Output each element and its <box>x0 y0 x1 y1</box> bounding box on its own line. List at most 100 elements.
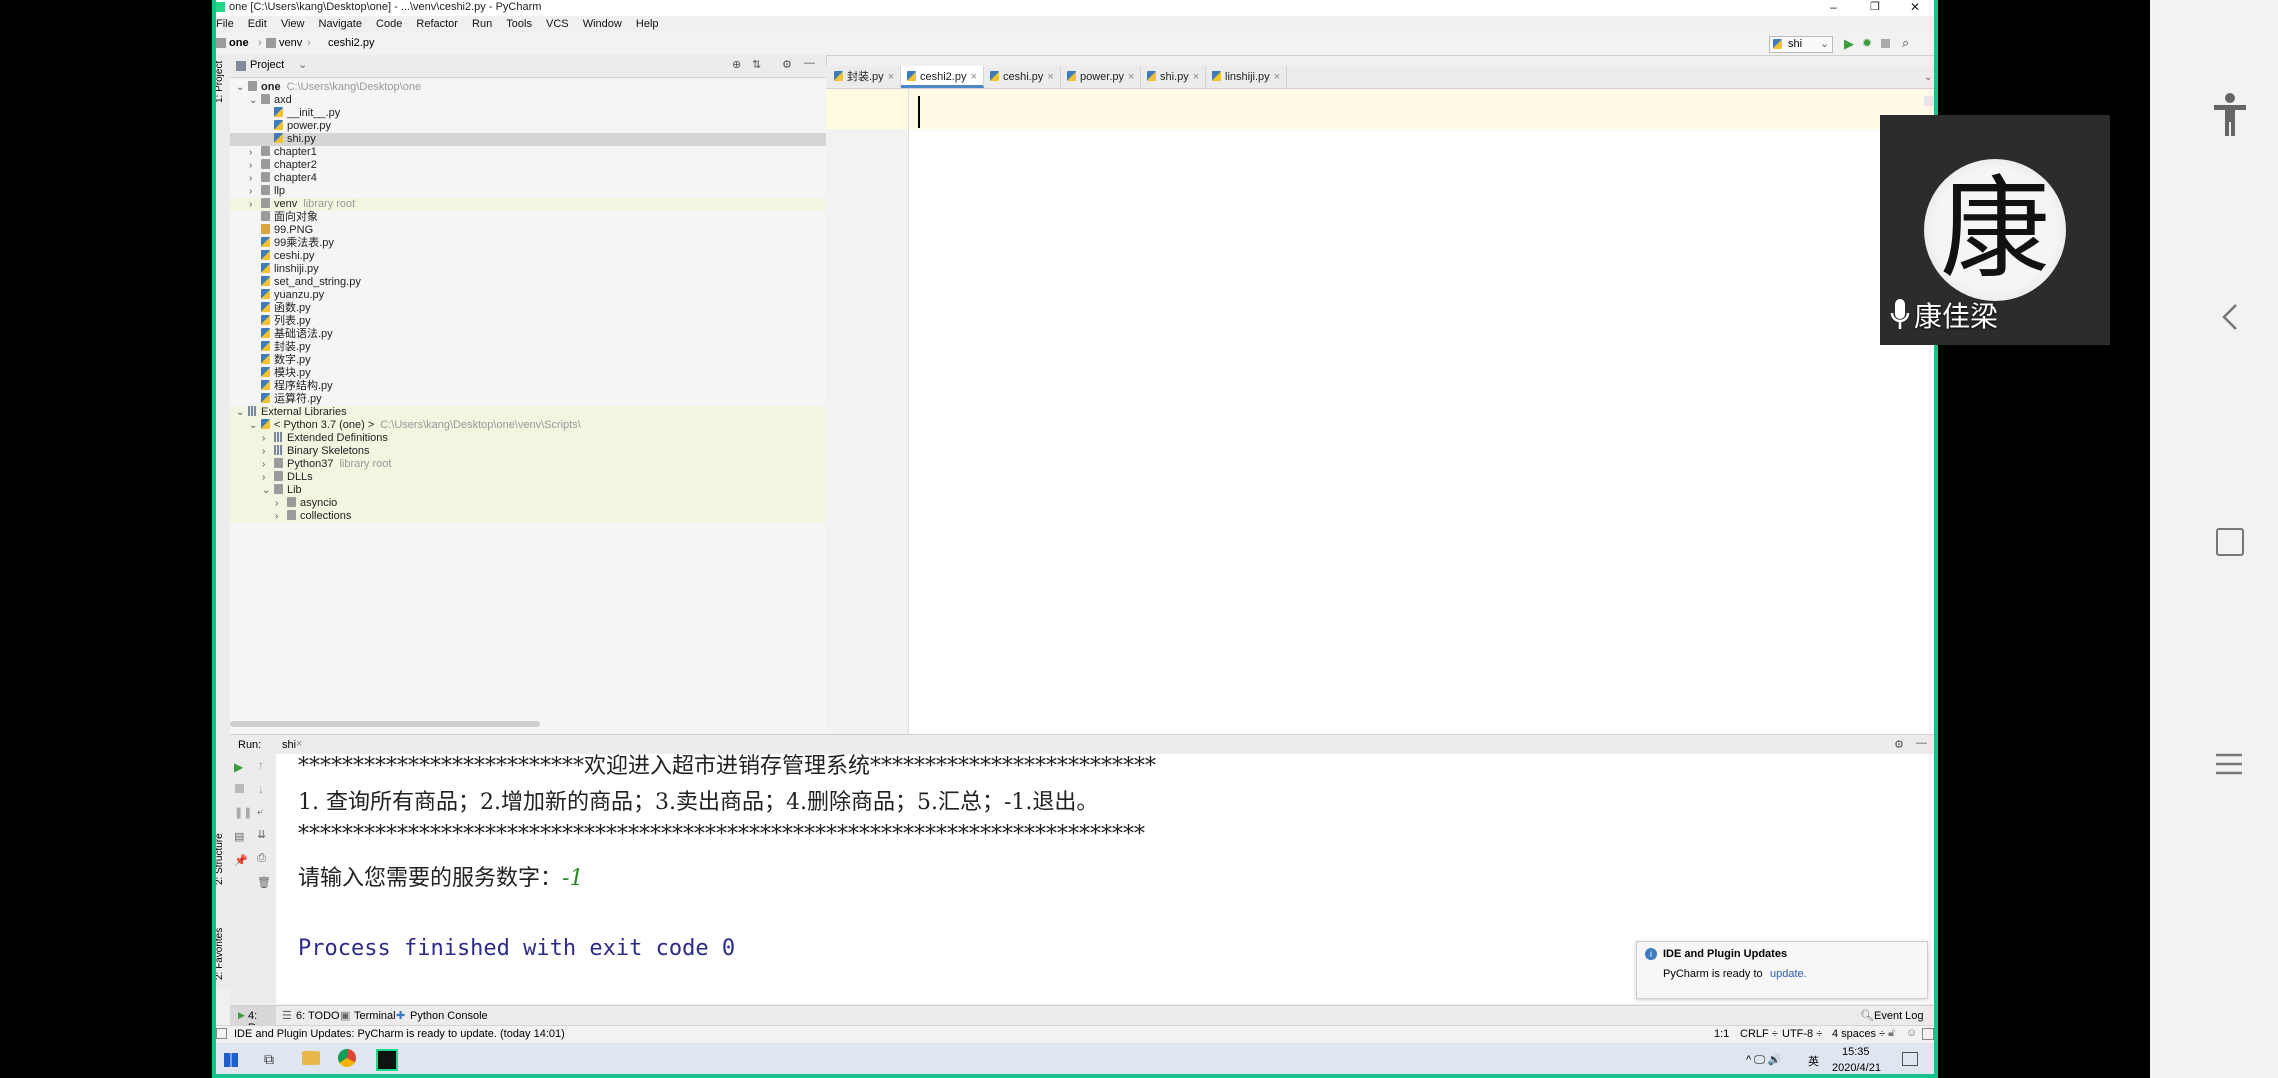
chevron-down-icon[interactable]: ⌄ <box>249 94 261 107</box>
tree-item[interactable]: yuanzu.py <box>230 289 826 302</box>
print-icon[interactable]: ⎙ <box>257 852 266 865</box>
chevron-right-icon[interactable]: › <box>262 458 274 471</box>
chevron-down-icon[interactable]: ⌄ <box>236 406 248 419</box>
tree-item[interactable]: shi.py <box>230 133 826 146</box>
tree-item[interactable]: 运算符.py <box>230 393 826 406</box>
tree-item[interactable]: › llp <box>230 185 826 198</box>
clock-date[interactable]: 2020/4/21 <box>1832 1062 1881 1074</box>
tree-item[interactable]: ⌄ External Libraries <box>230 406 826 419</box>
soft-wrap-icon[interactable]: ⤶ <box>257 806 263 819</box>
run-icon[interactable]: ▶ <box>1844 36 1854 52</box>
close-button[interactable]: ✕ <box>1910 0 1920 14</box>
stop-icon[interactable] <box>1881 39 1890 48</box>
locate-icon[interactable]: ⊕ <box>732 58 741 71</box>
code-editor[interactable] <box>909 89 1936 734</box>
update-notification[interactable]: i IDE and Plugin Updates PyCharm is read… <box>1636 941 1928 999</box>
tree-root-one[interactable]: ⌄ one C:\Users\kang\Desktop\one <box>230 81 826 94</box>
gear-icon[interactable]: ⚙ <box>1894 738 1904 751</box>
tree-item[interactable]: 数字.py <box>230 354 826 367</box>
pin-icon[interactable]: 📌 <box>234 854 248 867</box>
chevron-right-icon[interactable]: › <box>249 185 261 198</box>
chevron-right-icon[interactable]: › <box>249 159 261 172</box>
chevron-right-icon[interactable]: › <box>275 510 287 523</box>
chevron-down-icon[interactable]: ⌄ <box>262 484 274 497</box>
menu-help[interactable]: Help <box>636 18 659 30</box>
update-link[interactable]: update. <box>1770 968 1807 980</box>
close-icon[interactable]: × <box>1274 71 1280 83</box>
menu-tools[interactable]: Tools <box>506 18 532 30</box>
participant-video[interactable]: 康 康佳梁 <box>1880 115 2110 345</box>
ime-indicator[interactable]: 英 <box>1808 1053 1819 1069</box>
tree-item[interactable]: › chapter1 <box>230 146 826 159</box>
file-encoding[interactable]: UTF-8 ÷ <box>1782 1028 1822 1040</box>
rerun-icon[interactable]: ▶ <box>234 760 243 774</box>
chevron-down-icon[interactable]: ⌄ <box>249 419 261 432</box>
breadcrumb-root[interactable]: one <box>229 37 249 49</box>
tree-item[interactable]: › DLLs <box>230 471 826 484</box>
breadcrumb-file[interactable]: ceshi2.py <box>328 37 374 49</box>
tree-item[interactable]: › Python37 library root <box>230 458 826 471</box>
indent-setting[interactable]: 4 spaces ÷ <box>1832 1028 1885 1040</box>
chevron-right-icon[interactable]: › <box>249 198 261 211</box>
editor-tab[interactable]: shi.py × <box>1141 66 1207 88</box>
tree-item[interactable]: 列表.py <box>230 315 826 328</box>
hide-icon[interactable]: — <box>804 57 815 69</box>
editor-tab[interactable]: ceshi2.py × <box>901 66 984 88</box>
run-config-select[interactable]: shi ⌄ <box>1769 36 1833 53</box>
tree-item[interactable]: › chapter4 <box>230 172 826 185</box>
tree-item[interactable]: 模块.py <box>230 367 826 380</box>
chevron-right-icon[interactable]: › <box>262 432 274 445</box>
search-icon[interactable]: ⌕ <box>1902 35 1909 51</box>
menu-vcs[interactable]: VCS <box>546 18 569 30</box>
tree-item[interactable]: › collections <box>230 510 826 523</box>
debug-icon[interactable]: ✹ <box>1862 36 1872 50</box>
tree-item[interactable]: power.py <box>230 120 826 133</box>
tree-item[interactable]: 封装.py <box>230 341 826 354</box>
editor-tab[interactable]: ceshi.py × <box>984 66 1061 88</box>
tree-item[interactable]: › Extended Definitions <box>230 432 826 445</box>
accessibility-icon[interactable] <box>2212 92 2248 143</box>
file-explorer-icon[interactable] <box>302 1051 320 1065</box>
tree-item[interactable]: ⌄ < Python 3.7 (one) > C:\Users\kang\Deskt… <box>230 419 826 432</box>
chevron-right-icon[interactable]: › <box>262 445 274 458</box>
tree-item[interactable]: 函数.py <box>230 302 826 315</box>
editor-tab[interactable]: power.py × <box>1061 66 1142 88</box>
tree-item[interactable]: linshiji.py <box>230 263 826 276</box>
caret-position[interactable]: 1:1 <box>1714 1028 1729 1040</box>
tree-item[interactable]: 基础语法.py <box>230 328 826 341</box>
hide-icon[interactable]: — <box>1916 737 1927 749</box>
clock-time[interactable]: 15:35 <box>1842 1046 1870 1058</box>
lock-icon[interactable]: 🔓︎ <box>1888 1027 1895 1040</box>
gear-icon[interactable]: ⚙ <box>782 58 792 71</box>
chevron-right-icon[interactable]: › <box>249 172 261 185</box>
close-icon[interactable]: × <box>970 71 976 83</box>
task-view-icon[interactable]: ⧉ <box>264 1051 274 1068</box>
tree-item[interactable]: › asyncio <box>230 497 826 510</box>
layout-icon[interactable]: ▤ <box>234 830 244 843</box>
tab-run[interactable]: ▶ 4: Run <box>230 1006 276 1034</box>
tree-item[interactable]: › venv library root <box>230 198 826 211</box>
tree-item[interactable]: › Binary Skeletons <box>230 445 826 458</box>
minimize-button[interactable]: – <box>1830 0 1837 14</box>
breadcrumb-venv[interactable]: venv <box>279 37 302 49</box>
tree-item[interactable]: 面向对象 <box>230 211 826 224</box>
tree-item[interactable]: › chapter2 <box>230 159 826 172</box>
chevron-down-icon[interactable]: ⌄ <box>298 58 307 71</box>
close-icon[interactable]: × <box>1193 71 1199 83</box>
windows-start-icon[interactable] <box>224 1053 238 1067</box>
scroll-to-end-icon[interactable]: ⇊ <box>257 828 266 841</box>
stop-icon[interactable] <box>235 784 244 793</box>
project-view-select[interactable]: Project <box>250 59 284 71</box>
up-arrow-icon[interactable]: ↑ <box>258 758 264 772</box>
editor-tab[interactable]: linshiji.py × <box>1206 66 1288 88</box>
menu-view[interactable]: View <box>281 18 305 30</box>
tree-item[interactable]: ⌄ axd <box>230 94 826 107</box>
menu-run[interactable]: Run <box>472 18 492 30</box>
menu-edit[interactable]: Edit <box>248 18 267 30</box>
close-icon[interactable]: × <box>1047 71 1053 83</box>
chevron-down-icon[interactable]: ⌄ <box>1924 72 1932 83</box>
close-icon[interactable]: × <box>1128 71 1134 83</box>
chevron-down-icon[interactable]: ⌄ <box>236 81 248 94</box>
notifications-icon[interactable] <box>1902 1052 1918 1066</box>
chevron-right-icon[interactable]: › <box>275 497 287 510</box>
